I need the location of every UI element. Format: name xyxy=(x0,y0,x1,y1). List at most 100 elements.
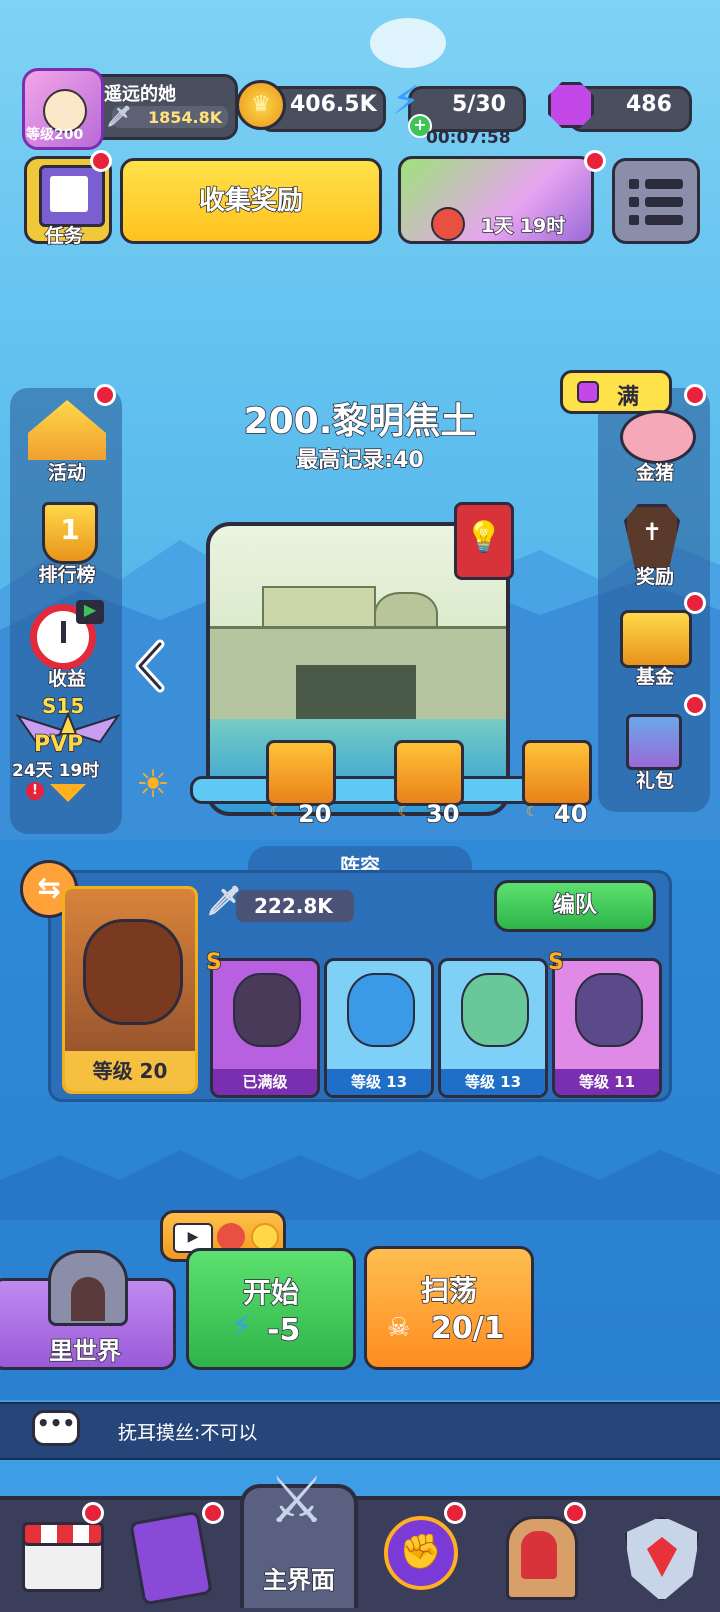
hero-card-3[interactable]: 等级 13 xyxy=(438,958,548,1098)
milestone-20: 20 xyxy=(297,799,332,829)
hero-level: 等级 13 xyxy=(327,1069,431,1095)
energy-amount: 5/30 xyxy=(452,92,506,117)
chat-bubble-icon: ••• xyxy=(32,1410,80,1446)
cards-tab[interactable] xyxy=(126,1508,216,1606)
play-icon: ▶ xyxy=(76,600,104,624)
sweep-count: 20/1 xyxy=(430,1310,505,1347)
boost-icon xyxy=(217,1223,245,1251)
gold-coin-icon: ♛ xyxy=(236,80,286,130)
trophy-rank-icon: 1 xyxy=(42,502,98,564)
start-cost: -5 xyxy=(266,1312,301,1349)
energy-timer: 00:07:58 xyxy=(426,128,511,148)
notification-dot xyxy=(444,1502,466,1524)
pvp-timer: 24天 19时 xyxy=(11,760,100,782)
main-swords-icon: ⚔ xyxy=(268,1464,326,1538)
hero-portrait xyxy=(233,973,301,1047)
reward-chest-40[interactable] xyxy=(522,740,592,806)
notification-dot xyxy=(82,1502,104,1524)
stage-record: 最高记录:40 xyxy=(296,447,425,474)
fund-chart-icon xyxy=(620,610,692,668)
gift-label: 礼包 xyxy=(635,769,675,793)
fist-icon: ✊ xyxy=(384,1516,458,1590)
shield-icon xyxy=(624,1516,700,1602)
reward-chest-30[interactable] xyxy=(394,740,464,806)
bottom-nav xyxy=(0,1496,720,1612)
main-tab[interactable]: ⚔ 主界面 xyxy=(240,1464,358,1608)
edit-team-button[interactable]: 编队 xyxy=(494,880,656,932)
notification-dot xyxy=(684,592,706,614)
player-name: 遥远的她 xyxy=(104,84,176,105)
chevron-left-icon xyxy=(135,639,165,693)
sweep-label: 扫荡 xyxy=(420,1273,478,1308)
hero-portrait xyxy=(461,973,529,1047)
hero-card-2[interactable]: 等级 13 xyxy=(324,958,434,1098)
milestone-40: 40 xyxy=(553,799,588,829)
hero-level: 已满级 xyxy=(213,1069,317,1095)
cloud xyxy=(370,18,446,68)
collect-reward-button[interactable]: 收集奖励 xyxy=(120,158,382,244)
sun-moon-icon: ☾ xyxy=(398,804,411,820)
collect-reward-label: 收集奖励 xyxy=(198,185,304,217)
sword-icon: 🗡 xyxy=(106,104,132,128)
lineup-power: 222.8K xyxy=(254,894,333,918)
leader-level: 等级 20 xyxy=(65,1051,195,1091)
hero-card-4[interactable]: 等级 11 xyxy=(552,958,662,1098)
shield-tab[interactable] xyxy=(616,1508,706,1602)
chat-message: 抚耳摸丝:不可以 xyxy=(118,1422,258,1444)
pvp-badge: PVP xyxy=(33,731,84,758)
player-power: 1854.8K xyxy=(148,108,223,127)
player-level: 等级200 xyxy=(26,127,84,143)
earnings-button[interactable]: ▶ 收益 xyxy=(22,600,112,691)
chat-bar[interactable]: ••• 抚耳摸丝:不可以 xyxy=(0,1402,720,1460)
fund-button[interactable]: 基金 xyxy=(610,600,700,690)
notification-dot xyxy=(684,694,706,716)
previous-stage-arrow[interactable] xyxy=(130,636,170,696)
pvp-button[interactable]: S15 PVP 24天 19时 ! xyxy=(11,693,122,814)
hero-portrait xyxy=(575,973,643,1047)
chevron-down-icon xyxy=(50,784,86,802)
underworld-label: 里世界 xyxy=(48,1336,122,1366)
hero-level: 等级 13 xyxy=(441,1069,545,1095)
alarm-clock-icon xyxy=(431,207,465,241)
hero-level: 等级 11 xyxy=(555,1069,659,1095)
hint-book-icon[interactable]: 💡 xyxy=(454,502,514,580)
fund-label: 基金 xyxy=(635,665,675,689)
shop-icon xyxy=(22,1522,104,1592)
gift-box-icon xyxy=(626,714,682,770)
throne-icon xyxy=(506,1516,578,1600)
gift-pack-button[interactable]: 礼包 xyxy=(610,704,700,794)
reward-chest-20[interactable] xyxy=(266,740,336,806)
stage-title: 200.黎明焦土 xyxy=(243,400,477,443)
rank-badge: S xyxy=(205,949,222,976)
clipboard-icon xyxy=(39,165,105,227)
gold-amount: 406.5K xyxy=(290,92,377,117)
hero-portrait xyxy=(347,973,415,1047)
sweep-button[interactable]: 扫荡 ☠ 20/1 xyxy=(364,1246,534,1370)
rank-badge: S xyxy=(547,949,564,976)
alert-icon: ! xyxy=(26,782,44,800)
event-timer: 1天 19时 xyxy=(480,214,566,238)
gem-amount: 486 xyxy=(626,92,672,117)
temple-wall xyxy=(210,626,506,719)
notification-dot xyxy=(90,150,112,172)
cards-icon xyxy=(129,1510,213,1606)
menu-button[interactable] xyxy=(612,158,700,244)
start-button[interactable]: 开始 ⚡ -5 xyxy=(186,1248,356,1370)
event-banner[interactable]: 1天 19时 xyxy=(398,156,594,244)
rewards-label: 奖励 xyxy=(635,565,675,589)
task-label: 任务 xyxy=(44,224,84,248)
list-menu-icon xyxy=(629,179,683,225)
main-label: 主界面 xyxy=(262,1565,336,1595)
ranking-button[interactable]: 1 排行榜 xyxy=(22,496,112,587)
sun-moon-icon: ☾ xyxy=(270,804,283,820)
stage-progress-bar xyxy=(190,776,536,804)
leader-hero-card[interactable]: 等级 20 xyxy=(62,886,198,1094)
start-label: 开始 xyxy=(242,1275,300,1310)
sun-moon-icon: ☀ xyxy=(136,762,171,806)
gold-boost-icon xyxy=(251,1223,279,1251)
rewards-button[interactable]: ✝ 奖励 xyxy=(610,500,700,590)
skull-icon: ☠ xyxy=(387,1313,411,1343)
notification-dot xyxy=(564,1502,586,1524)
hero-card-1[interactable]: 已满级 xyxy=(210,958,320,1098)
notification-dot xyxy=(584,150,606,172)
